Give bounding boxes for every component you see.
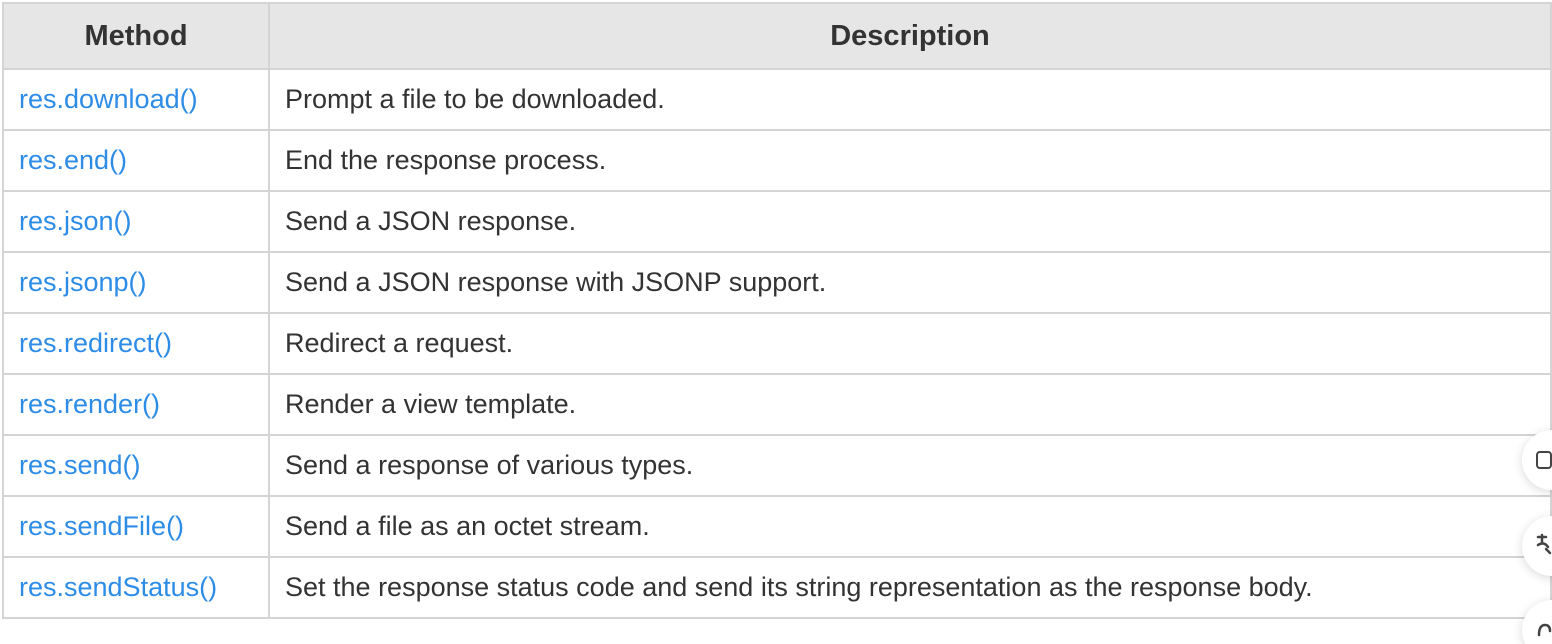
table-row: res.jsonp() Send a JSON response with JS… bbox=[2, 251, 1552, 314]
description-cell: Send a file as an octet stream. bbox=[268, 495, 1552, 558]
table-header-row: Method Description bbox=[2, 2, 1552, 70]
method-cell: res.render() bbox=[2, 373, 270, 436]
method-link-render[interactable]: res.render() bbox=[19, 389, 160, 419]
method-cell: res.download() bbox=[2, 68, 270, 131]
method-link-sendstatus[interactable]: res.sendStatus() bbox=[19, 572, 217, 602]
more-icon bbox=[1536, 617, 1552, 643]
description-cell: Prompt a file to be downloaded. bbox=[268, 68, 1552, 131]
description-cell: Send a JSON response. bbox=[268, 190, 1552, 253]
method-cell: res.sendFile() bbox=[2, 495, 270, 558]
description-cell: End the response process. bbox=[268, 129, 1552, 192]
table-row: res.download() Prompt a file to be downl… bbox=[2, 68, 1552, 131]
method-link-send[interactable]: res.send() bbox=[19, 450, 141, 480]
method-cell: res.send() bbox=[2, 434, 270, 497]
method-link-redirect[interactable]: res.redirect() bbox=[19, 328, 172, 358]
method-link-jsonp[interactable]: res.jsonp() bbox=[19, 267, 147, 297]
column-header-method: Method bbox=[2, 2, 270, 70]
method-cell: res.json() bbox=[2, 190, 270, 253]
method-link-json[interactable]: res.json() bbox=[19, 206, 132, 236]
table-row: res.redirect() Redirect a request. bbox=[2, 312, 1552, 375]
table-row: res.sendStatus() Set the response status… bbox=[2, 556, 1552, 619]
page: Method Description res.download() Prompt… bbox=[0, 0, 1552, 644]
table-row: res.render() Render a view template. bbox=[2, 373, 1552, 436]
description-cell: Send a JSON response with JSONP support. bbox=[268, 251, 1552, 314]
description-cell: Set the response status code and send it… bbox=[268, 556, 1552, 619]
description-cell: Send a response of various types. bbox=[268, 434, 1552, 497]
description-cell: Render a view template. bbox=[268, 373, 1552, 436]
description-cell: Redirect a request. bbox=[268, 312, 1552, 375]
table-row: res.end() End the response process. bbox=[2, 129, 1552, 192]
method-cell: res.sendStatus() bbox=[2, 556, 270, 619]
response-methods-table: Method Description res.download() Prompt… bbox=[2, 2, 1552, 619]
table-row: res.json() Send a JSON response. bbox=[2, 190, 1552, 253]
method-link-sendfile[interactable]: res.sendFile() bbox=[19, 511, 184, 541]
table-row: res.send() Send a response of various ty… bbox=[2, 434, 1552, 497]
method-cell: res.end() bbox=[2, 129, 270, 192]
method-link-download[interactable]: res.download() bbox=[19, 84, 198, 114]
method-cell: res.jsonp() bbox=[2, 251, 270, 314]
translate-icon bbox=[1536, 533, 1552, 559]
method-cell: res.redirect() bbox=[2, 312, 270, 375]
table-row: res.sendFile() Send a file as an octet s… bbox=[2, 495, 1552, 558]
method-link-end[interactable]: res.end() bbox=[19, 145, 127, 175]
copy-icon bbox=[1536, 451, 1552, 469]
column-header-description: Description bbox=[268, 2, 1552, 70]
